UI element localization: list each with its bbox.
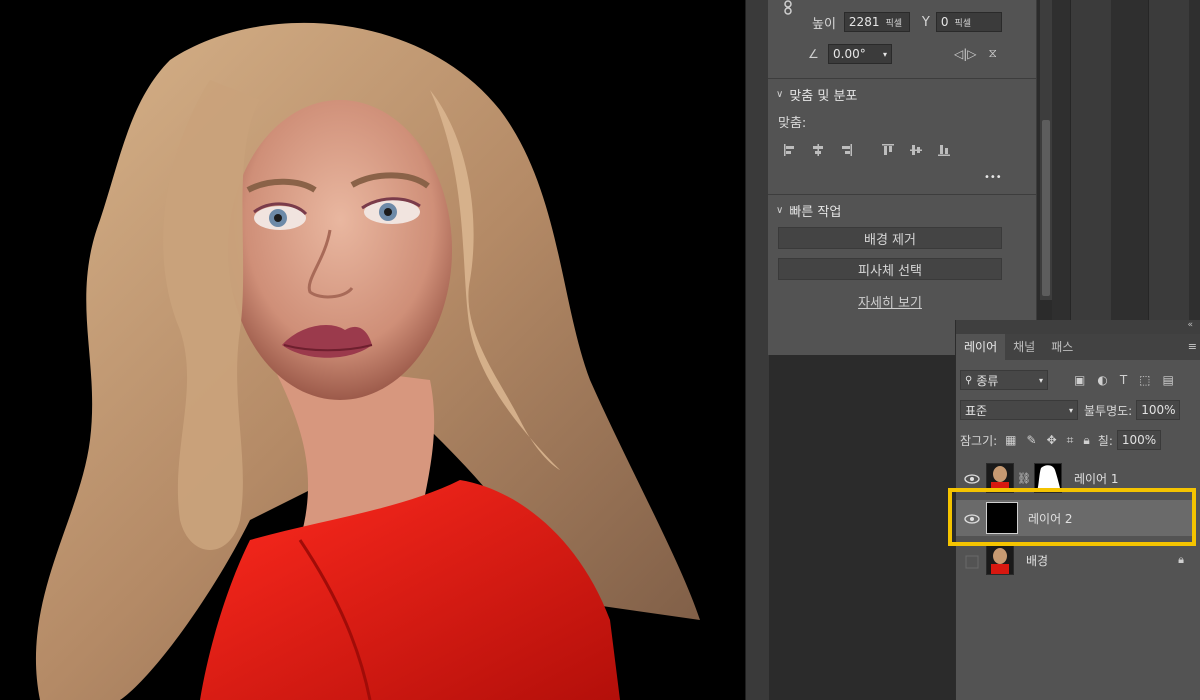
align-buttons <box>782 142 952 158</box>
lock-label: 잠그기: <box>960 433 998 448</box>
panel-gutter <box>745 0 769 700</box>
type-filter-icon[interactable]: T <box>1120 373 1127 387</box>
opacity-field[interactable]: 100% <box>1136 400 1181 420</box>
properties-scrollbar-thumb[interactable] <box>1042 120 1050 296</box>
layer-mask-thumbnail[interactable] <box>1033 463 1062 493</box>
align-bottom-icon[interactable] <box>936 142 952 158</box>
y-value: 0 <box>940 15 949 29</box>
divider <box>768 78 1036 79</box>
properties-panel: 높이 2281 픽셀 Y 0 픽셀 ∠ 0.00° ▾ ◁|▷ ⧖ ∨ 맞춤 및… <box>768 0 1037 355</box>
chevron-down-icon: ∨ <box>776 205 784 216</box>
align-center-horizontal-icon[interactable] <box>810 142 826 158</box>
lock-all-icon[interactable]: 🔒︎ <box>1083 433 1089 448</box>
portrait-image <box>0 0 745 700</box>
angle-field[interactable]: 0.00° ▾ <box>828 44 892 64</box>
layer-row[interactable]: 배경 🔒︎ <box>956 542 1194 578</box>
layer-row-selected[interactable]: 레이어 2 <box>956 500 1194 536</box>
tab-paths[interactable]: 패스 <box>1043 334 1081 360</box>
panel-column <box>1148 0 1189 320</box>
tab-channels[interactable]: 채널 <box>1005 334 1043 360</box>
layer-thumbnail <box>986 463 1014 493</box>
select-subject-button[interactable]: 피사체 선택 <box>778 258 1002 280</box>
quick-actions-title: 빠른 작업 <box>789 205 842 220</box>
chevron-down-icon: ▾ <box>882 49 887 59</box>
visibility-eye-icon[interactable] <box>964 473 980 484</box>
more-options-button[interactable]: ••• <box>984 172 1002 183</box>
flip-vertical-icon[interactable]: ⧖ <box>989 46 997 61</box>
align-section-header[interactable]: ∨ 맞춤 및 분포 <box>776 85 857 104</box>
blend-mode-dropdown[interactable]: 표준 ▾ <box>960 400 1078 420</box>
blend-mode-value: 표준 <box>965 403 988 418</box>
right-panel-strip <box>1052 0 1200 320</box>
layer-name: 레이어 1 <box>1073 471 1119 486</box>
visibility-toggle-empty[interactable] <box>964 555 980 569</box>
collapse-icon[interactable]: « <box>1187 320 1193 330</box>
chevron-down-icon: ∨ <box>776 89 784 100</box>
align-center-vertical-icon[interactable] <box>908 142 924 158</box>
tab-layers[interactable]: 레이어 <box>956 334 1006 360</box>
layers-panel: « 레이어 채널 패스 ≡ ⚲ 종류 ▾ ▣ ◐ T ⬚ ▤ 표준 ▾ 불투명도… <box>955 320 1200 700</box>
filter-label: 종류 <box>976 373 999 388</box>
shape-filter-icon[interactable]: ⬚ <box>1139 373 1150 387</box>
document-canvas[interactable] <box>0 0 745 700</box>
chevron-down-icon: ▾ <box>1038 375 1043 385</box>
fill-label: 칠: <box>1097 433 1113 448</box>
layer-thumbnail <box>986 502 1018 534</box>
lock-transparent-icon[interactable]: ▦ <box>1005 433 1016 448</box>
lock-artboard-icon[interactable]: ⌗ <box>1067 433 1074 448</box>
divider <box>768 194 1036 195</box>
layers-tabs: 레이어 채널 패스 ≡ <box>956 334 1200 360</box>
panel-menu-icon[interactable]: ≡ <box>1188 334 1197 360</box>
opacity-value: 100% <box>1141 403 1176 417</box>
fill-value: 100% <box>1121 433 1157 447</box>
align-left-icon[interactable] <box>782 142 798 158</box>
layer-filter-dropdown[interactable]: ⚲ 종류 ▾ <box>960 370 1048 390</box>
visibility-eye-icon[interactable] <box>964 513 980 524</box>
panel-column <box>1070 0 1111 320</box>
remove-background-button[interactable]: 배경 제거 <box>778 227 1002 249</box>
link-icon[interactable] <box>782 0 794 16</box>
angle-icon: ∠ <box>808 47 819 61</box>
align-right-icon[interactable] <box>838 142 854 158</box>
align-top-icon[interactable] <box>880 142 896 158</box>
chain-link-icon[interactable]: ⛓ <box>1017 472 1031 485</box>
learn-more-link[interactable]: 자세히 보기 <box>778 292 1002 311</box>
fill-field[interactable]: 100% <box>1116 430 1161 450</box>
adjustment-filter-icon[interactable]: ◐ <box>1097 373 1107 387</box>
chevron-down-icon: ▾ <box>1068 405 1073 415</box>
y-field[interactable]: 0 픽셀 <box>935 12 1002 32</box>
image-filter-icon[interactable]: ▣ <box>1074 373 1085 387</box>
flip-horizontal-icon[interactable]: ◁|▷ <box>954 47 977 61</box>
quick-actions-header[interactable]: ∨ 빠른 작업 <box>776 201 841 220</box>
angle-value: 0.00° <box>833 47 866 61</box>
height-label: 높이 <box>812 16 836 32</box>
align-section-title: 맞춤 및 분포 <box>789 89 858 104</box>
layer-row[interactable]: ⛓ 레이어 1 <box>956 460 1194 496</box>
lock-position-icon[interactable]: ✥ <box>1047 433 1057 448</box>
lock-icon: 🔒︎ <box>1178 553 1184 566</box>
layer-thumbnail <box>986 545 1014 575</box>
lock-image-icon[interactable]: ✎ <box>1027 433 1037 448</box>
layer-name: 레이어 2 <box>1028 511 1073 526</box>
height-value: 2281 <box>848 15 880 29</box>
search-icon: ⚲ <box>965 374 973 386</box>
height-field[interactable]: 2281 픽셀 <box>843 12 910 32</box>
layer-name: 배경 <box>1026 553 1049 568</box>
align-label: 맞춤: <box>778 116 807 131</box>
panel-top-bar: « <box>956 320 1200 334</box>
smart-object-filter-icon[interactable]: ▤ <box>1163 373 1174 387</box>
opacity-label: 불투명도: <box>1084 403 1133 418</box>
height-unit: 픽셀 <box>885 18 903 29</box>
y-unit: 픽셀 <box>954 18 972 29</box>
y-label: Y <box>921 14 930 30</box>
